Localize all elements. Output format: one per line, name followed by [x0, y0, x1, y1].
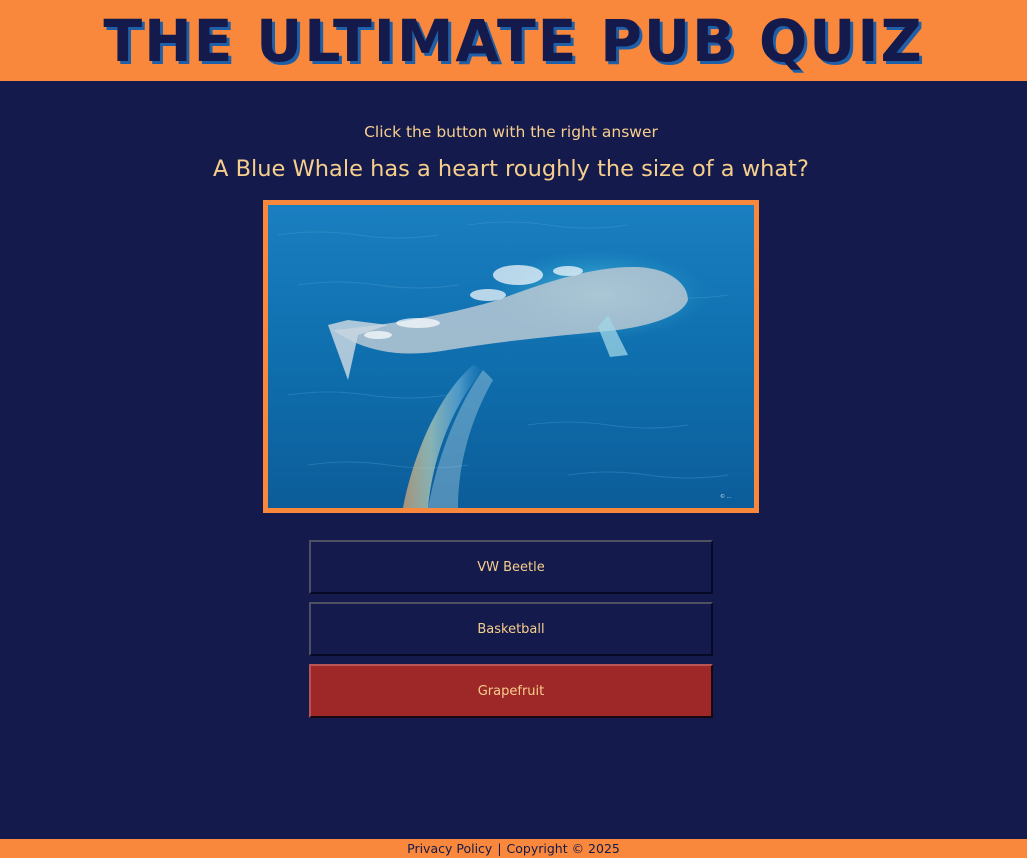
site-title: THE ULTIMATE PUB QUIZ: [103, 6, 924, 75]
site-header: THE ULTIMATE PUB QUIZ: [0, 0, 1027, 81]
question-image: © ...: [263, 200, 759, 513]
privacy-policy-link[interactable]: Privacy Policy: [407, 841, 492, 856]
answer-button-basketball[interactable]: Basketball: [309, 602, 713, 656]
site-footer: Privacy Policy | Copyright © 2025: [0, 839, 1027, 858]
quiz-instruction: Click the button with the right answer: [364, 123, 658, 141]
image-watermark: © ...: [720, 493, 732, 500]
blue-whale-photo: © ...: [268, 205, 754, 508]
quiz-question: A Blue Whale has a heart roughly the siz…: [213, 156, 809, 182]
copyright-text: Copyright © 2025: [506, 841, 620, 856]
answer-button-vw-beetle[interactable]: VW Beetle: [309, 540, 713, 594]
footer-separator: |: [497, 841, 502, 856]
answer-button-grapefruit[interactable]: Grapefruit: [309, 664, 713, 718]
